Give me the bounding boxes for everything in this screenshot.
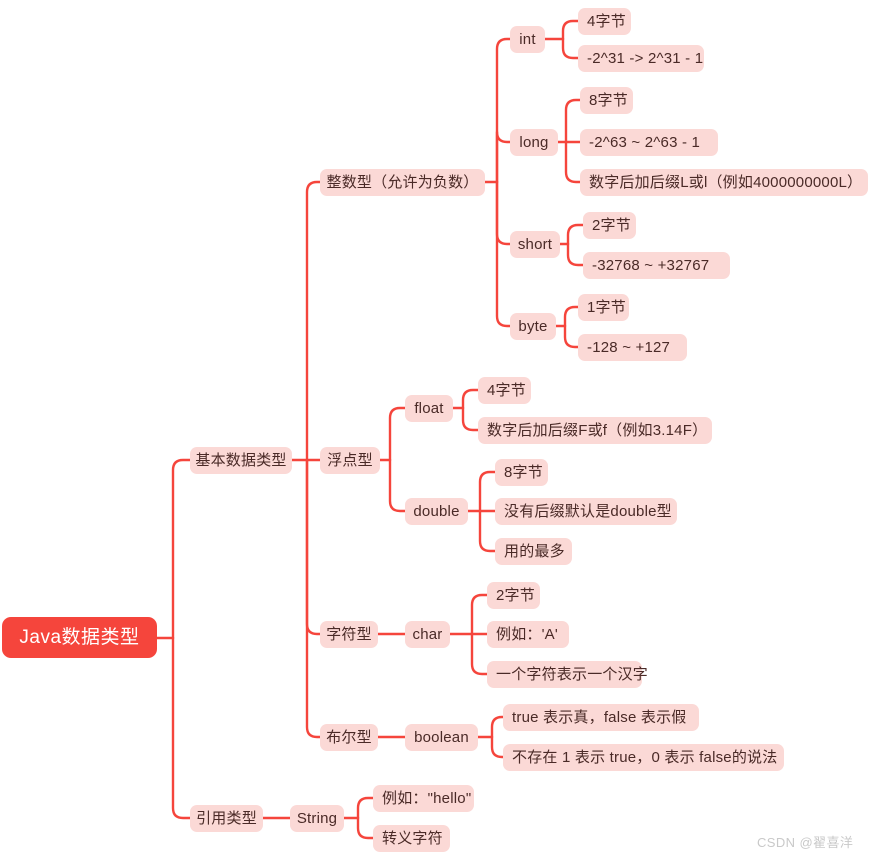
branch-primitive-label: 基本数据类型: [195, 452, 287, 469]
detail-int-size-label: 4字节: [587, 13, 626, 30]
type-double-label: double: [413, 503, 460, 520]
group-float[interactable]: 浮点型: [320, 447, 380, 474]
detail-char-size-label: 2字节: [496, 587, 535, 604]
type-short-label: short: [517, 236, 553, 253]
group-float-label: 浮点型: [327, 452, 373, 469]
type-long[interactable]: long: [510, 129, 558, 156]
detail-float-size[interactable]: 4字节: [478, 377, 531, 404]
detail-double-default[interactable]: 没有后缀默认是double型: [495, 498, 677, 525]
detail-boolean-note-label: 不存在 1 表示 true，0 表示 false的说法: [512, 749, 778, 766]
detail-char-hanzi[interactable]: 一个字符表示一个汉字: [487, 661, 648, 688]
detail-boolean-note[interactable]: 不存在 1 表示 true，0 表示 false的说法: [503, 744, 784, 771]
detail-double-size[interactable]: 8字节: [495, 459, 548, 486]
detail-short-range[interactable]: -32768 ~ +32767: [583, 252, 730, 279]
watermark: CSDN @翟喜洋: [757, 832, 853, 851]
type-float[interactable]: float: [405, 395, 453, 422]
detail-double-common-label: 用的最多: [504, 543, 565, 560]
type-double[interactable]: double: [405, 498, 468, 525]
type-string[interactable]: String: [290, 805, 344, 832]
detail-boolean-values[interactable]: true 表示真，false 表示假: [503, 704, 699, 731]
branch-reference[interactable]: 引用类型: [190, 805, 263, 832]
type-int-label: int: [519, 31, 536, 48]
detail-short-size-label: 2字节: [592, 217, 631, 234]
detail-byte-range[interactable]: -128 ~ +127: [578, 334, 687, 361]
detail-char-size[interactable]: 2字节: [487, 582, 540, 609]
group-char[interactable]: 字符型: [320, 621, 378, 648]
detail-string-example-label: 例如："hello": [382, 790, 472, 807]
detail-int-size[interactable]: 4字节: [578, 8, 631, 35]
group-integer-label: 整数型（允许为负数）: [326, 174, 479, 191]
detail-int-range-label: -2^31 -> 2^31 - 1: [587, 50, 704, 67]
detail-double-default-label: 没有后缀默认是double型: [504, 503, 672, 520]
detail-char-example[interactable]: 例如：'A': [487, 621, 569, 648]
detail-char-hanzi-label: 一个字符表示一个汉字: [496, 666, 649, 683]
detail-long-size[interactable]: 8字节: [580, 87, 633, 114]
detail-string-example[interactable]: 例如："hello": [373, 785, 474, 812]
group-boolean-label: 布尔型: [326, 729, 372, 746]
detail-byte-size[interactable]: 1字节: [578, 294, 629, 321]
detail-char-example-label: 例如：'A': [496, 626, 558, 643]
detail-long-range-label: -2^63 ~ 2^63 - 1: [589, 134, 701, 151]
mindmap-canvas: Java数据类型 基本数据类型 引用类型 整数型（允许为负数） 浮点型 字符型 …: [0, 0, 874, 858]
type-char-label: char: [412, 626, 443, 643]
detail-float-suffix[interactable]: 数字后加后缀F或f（例如3.14F）: [478, 417, 712, 444]
detail-long-suffix-label: 数字后加后缀L或l（例如4000000000L）: [589, 174, 863, 191]
type-boolean-label: boolean: [414, 729, 469, 746]
detail-float-size-label: 4字节: [487, 382, 526, 399]
detail-string-escape[interactable]: 转义字符: [373, 825, 450, 852]
group-char-label: 字符型: [326, 626, 372, 643]
detail-string-escape-label: 转义字符: [382, 830, 443, 847]
type-byte-label: byte: [518, 318, 548, 335]
watermark-text: CSDN @翟喜洋: [757, 835, 854, 850]
branch-primitive[interactable]: 基本数据类型: [190, 447, 292, 474]
branch-reference-label: 引用类型: [196, 810, 257, 827]
root-node-label: Java数据类型: [19, 627, 140, 648]
detail-float-suffix-label: 数字后加后缀F或f（例如3.14F）: [487, 422, 708, 439]
detail-double-size-label: 8字节: [504, 464, 543, 481]
type-long-label: long: [519, 134, 549, 151]
detail-int-range[interactable]: -2^31 -> 2^31 - 1: [578, 45, 704, 72]
type-char[interactable]: char: [405, 621, 450, 648]
type-int[interactable]: int: [510, 26, 545, 53]
group-integer[interactable]: 整数型（允许为负数）: [320, 169, 485, 196]
detail-short-range-label: -32768 ~ +32767: [592, 257, 710, 274]
detail-long-range[interactable]: -2^63 ~ 2^63 - 1: [580, 129, 718, 156]
detail-double-common[interactable]: 用的最多: [495, 538, 572, 565]
detail-long-size-label: 8字节: [589, 92, 628, 109]
detail-byte-size-label: 1字节: [587, 299, 626, 316]
type-boolean[interactable]: boolean: [405, 724, 478, 751]
detail-byte-range-label: -128 ~ +127: [587, 339, 671, 356]
group-boolean[interactable]: 布尔型: [320, 724, 378, 751]
type-string-label: String: [296, 810, 338, 827]
detail-long-suffix[interactable]: 数字后加后缀L或l（例如4000000000L）: [580, 169, 868, 196]
type-byte[interactable]: byte: [510, 313, 556, 340]
root-node[interactable]: Java数据类型: [2, 617, 157, 658]
detail-short-size[interactable]: 2字节: [583, 212, 636, 239]
type-float-label: float: [414, 400, 444, 417]
detail-boolean-values-label: true 表示真，false 表示假: [512, 709, 687, 726]
type-short[interactable]: short: [510, 231, 560, 258]
